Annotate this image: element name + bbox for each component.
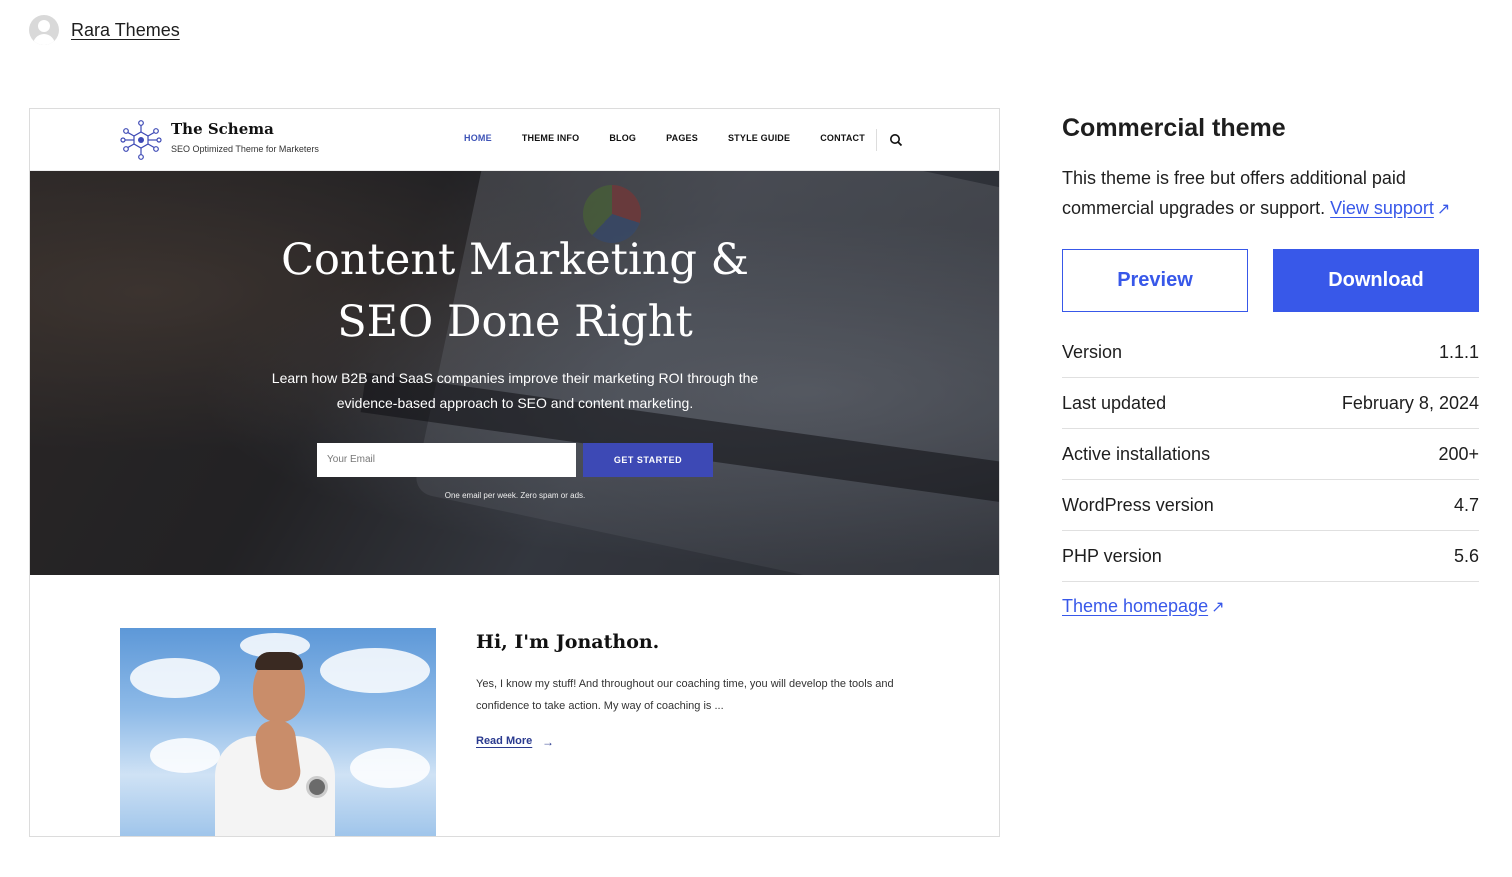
preview-read-more-link: Read More (476, 735, 533, 747)
preview-email-field: Your Email (317, 443, 576, 477)
action-buttons: Preview Download (1062, 249, 1479, 312)
theme-meta-list: Version 1.1.1 Last updated February 8, 2… (1062, 327, 1479, 582)
meta-row-active-installations: Active installations 200+ (1062, 429, 1479, 480)
meta-row-version: Version 1.1.1 (1062, 327, 1479, 378)
preview-button[interactable]: Preview (1062, 249, 1248, 312)
preview-about-title: Hi, I'm Jonathon. (476, 631, 660, 653)
preview-get-started-button: GET STARTED (583, 443, 713, 477)
preview-nav-contact: CONTACT (820, 133, 865, 143)
preview-site-tagline: SEO Optimized Theme for Marketers (171, 144, 319, 154)
preview-nav-pages: PAGES (666, 133, 698, 143)
preview-about-photo (120, 628, 436, 836)
preview-hero-subtitle: Learn how B2B and SaaS companies improve… (271, 370, 759, 411)
user-avatar-icon (29, 15, 59, 45)
preview-site-title: The Schema (171, 120, 274, 138)
theme-screenshot: The Schema SEO Optimized Theme for Marke… (29, 108, 1000, 837)
meta-row-last-updated: Last updated February 8, 2024 (1062, 378, 1479, 429)
commercial-theme-description: This theme is free but offers additional… (1062, 168, 1451, 218)
preview-about-text: Yes, I know my stuff! And throughout our… (476, 678, 894, 712)
preview-site-header: The Schema SEO Optimized Theme for Marke… (30, 109, 999, 171)
commercial-theme-heading: Commercial theme (1062, 114, 1286, 142)
preview-hero-title: Content Marketing & SEO Done Right (281, 235, 749, 347)
arrow-right-icon: → (542, 735, 554, 749)
theme-homepage-link[interactable]: Theme homepage (1062, 596, 1208, 616)
external-link-icon: ↗ (1436, 201, 1451, 218)
preview-nav-style-guide: STYLE GUIDE (727, 133, 791, 143)
external-link-icon: ↗ (1211, 599, 1225, 616)
view-support-link[interactable]: View support (1330, 198, 1434, 218)
preview-nav-home: HOME (464, 133, 492, 143)
download-button[interactable]: Download (1273, 249, 1479, 312)
search-icon (890, 134, 903, 147)
meta-row-wordpress-version: WordPress version 4.7 (1062, 480, 1479, 531)
author-link[interactable]: Rara Themes (71, 20, 180, 41)
theme-homepage-row: Theme homepage ↗ (1062, 596, 1479, 617)
schema-logo-icon (120, 120, 162, 160)
meta-row-php-version: PHP version 5.6 (1062, 531, 1479, 582)
preview-hero-note: One email per week. Zero spam or ads. (444, 491, 586, 500)
author-row: Rara Themes (29, 15, 180, 45)
preview-hero: Content Marketing & SEO Done Right Learn… (30, 171, 999, 575)
theme-sidebar: Commercial theme This theme is free but … (1062, 108, 1479, 617)
nav-divider (876, 129, 877, 151)
preview-nav-blog: BLOG (609, 133, 637, 143)
preview-nav: HOME THEME INFO BLOG PAGES STYLE GUIDE C… (464, 133, 895, 143)
preview-nav-theme-info: THEME INFO (521, 133, 580, 143)
